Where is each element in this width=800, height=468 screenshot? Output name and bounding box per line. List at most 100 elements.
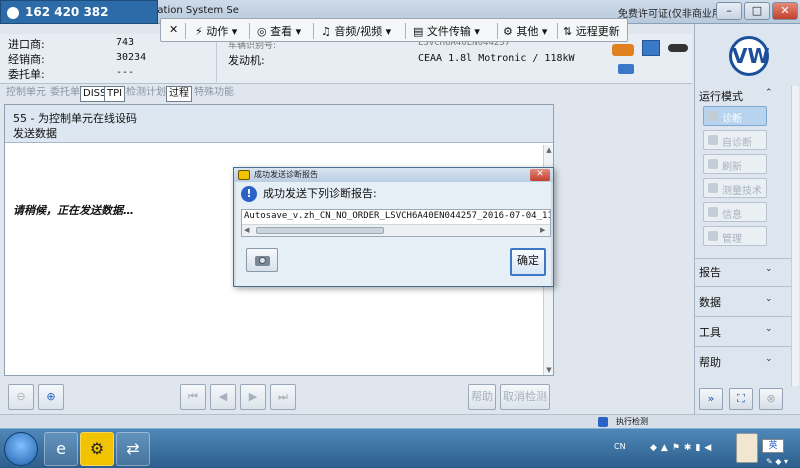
lightning-icon: ⚡ (195, 25, 203, 38)
next-icon: ▶ (248, 390, 258, 403)
mode-measurement-label: 测量技术 (722, 186, 762, 197)
scroll-left-icon[interactable]: ◀ (244, 226, 249, 234)
dealer-label: 经销商: (8, 53, 45, 66)
status-icon (598, 417, 608, 427)
chevron-up-icon: ⌃ (765, 88, 773, 98)
dialog-body: ! 成功发送下列诊断报告: Autosave_v.zh_CN_NO_ORDER_… (236, 182, 551, 286)
sidebar-scrollbar[interactable] (791, 86, 799, 386)
tab-tpi[interactable]: TPI (104, 86, 126, 102)
remote-toolbar: ✕ ⚡ 动作 ▾ ◎ 查看 ▾ ♫ 音频/视频 ▾ ▤ 文件传输 ▾ ⚙ 其他 … (160, 18, 628, 42)
wait-message: 请稍候，正在发送数据… (13, 204, 134, 217)
sidebar-divider (695, 258, 791, 259)
self-diagnosis-icon (708, 135, 718, 145)
gear-icon: ⚙ (503, 25, 513, 38)
data-section[interactable]: 数据 ⌄ (699, 294, 773, 310)
status-bar: 执行检测 (0, 414, 800, 428)
scroll-down-icon[interactable]: ▼ (544, 365, 554, 375)
mode-admin-button[interactable]: 管理 (703, 226, 767, 246)
camera-lens (259, 257, 266, 264)
exit-button[interactable]: ⊗ (759, 388, 783, 410)
zoom-in-button[interactable]: ⊕ (38, 384, 64, 410)
last-page-button[interactable]: ⏭ (270, 384, 296, 410)
tools-section[interactable]: 工具 ⌄ (699, 324, 773, 340)
actions-menu[interactable]: ⚡ 动作 ▾ (195, 23, 237, 39)
fit-view-button[interactable]: ⛶ (729, 388, 753, 410)
remote-update-button[interactable]: ⇅ 远程更新 (563, 23, 620, 39)
internet-explorer-icon[interactable]: e (44, 432, 78, 466)
dealer-value: 30234 (116, 52, 147, 63)
tab-control-unit[interactable]: 控制单元 (4, 86, 48, 102)
help-button[interactable]: 帮助 (468, 384, 496, 410)
minimize-button[interactable]: – (716, 2, 742, 20)
prev-page-button[interactable]: ◀ (210, 384, 236, 410)
dialog-title: 成功发送诊断报告 (254, 170, 318, 179)
mode-diagnosis-button[interactable]: 诊断 (703, 106, 767, 126)
windows-taskbar: e ⚙ ⇄ CN ◆▲⚑✱▮◀ 英 ✎ ◆ ▾ (0, 428, 800, 468)
importer-label: 进口商: (8, 38, 45, 51)
tab-process[interactable]: 过程 (166, 86, 192, 102)
remote-session-badge[interactable]: 162 420 382 (0, 0, 158, 24)
zoom-out-button[interactable]: ⊖ (8, 384, 34, 410)
forward-button[interactable]: » (699, 388, 723, 410)
tab-test-plan[interactable]: 检测计划 (124, 86, 168, 102)
report-section[interactable]: 报告 ⌄ (699, 264, 773, 280)
zoom-out-icon: ⊖ (16, 390, 26, 403)
file-transfer-menu[interactable]: ▤ 文件传输 ▾ (413, 23, 480, 39)
scroll-right-icon[interactable]: ▶ (540, 226, 545, 234)
teamviewer-taskbar-icon[interactable]: ⇄ (116, 432, 150, 466)
mode-measurement-button[interactable]: 测量技术 (703, 178, 767, 198)
first-page-button[interactable]: ⏮ (180, 384, 206, 410)
tab-order[interactable]: 委托单 (48, 86, 82, 102)
order-value: --- (116, 67, 135, 78)
procedure-title: 55 - 为控制单元在线设码 (13, 112, 137, 125)
ok-button[interactable]: 确定 (510, 248, 546, 276)
language-indicator[interactable]: CN (614, 442, 626, 451)
status-text: 执行检测 (616, 417, 648, 426)
mode-self-diagnosis-button[interactable]: 自诊断 (703, 130, 767, 150)
start-button[interactable] (4, 432, 38, 466)
flash-icon (708, 159, 718, 169)
file-transfer-label: 文件传输 ▾ (426, 25, 480, 38)
avatar[interactable] (736, 433, 758, 463)
view-menu[interactable]: ◎ 查看 ▾ (257, 23, 301, 39)
vci-key-icon (668, 44, 688, 52)
session-id: 162 420 382 (25, 5, 109, 19)
dialog-close-button[interactable]: ✕ (530, 169, 550, 181)
screenshot-button[interactable] (246, 248, 278, 272)
toolbar-separator (405, 23, 406, 39)
tab-special-functions[interactable]: 特殊功能 (192, 86, 236, 102)
mode-info-button[interactable]: 信息 (703, 202, 767, 222)
audio-video-menu[interactable]: ♫ 音频/视频 ▾ (321, 23, 391, 39)
usb-icon (618, 64, 634, 74)
mode-admin-label: 管理 (722, 234, 742, 245)
view-label: 查看 ▾ (270, 25, 302, 38)
info-icon: ! (241, 186, 257, 202)
close-window-button[interactable]: ✕ (772, 2, 798, 20)
engine-label: 发动机: (228, 54, 265, 67)
toolbar-close-button[interactable]: ✕ (169, 23, 178, 36)
file-icon: ▤ (413, 25, 424, 38)
help-section[interactable]: 帮助 ⌄ (699, 354, 773, 370)
mode-flash-label: 刷新 (722, 162, 742, 173)
maximize-button[interactable]: □ (744, 2, 770, 20)
scrollbar-thumb[interactable] (256, 227, 384, 234)
cancel-test-button[interactable]: 取消检测 (500, 384, 550, 410)
report-file-list[interactable]: Autosave_v.zh_CN_NO_ORDER_LSVCH6A40EN044… (241, 209, 551, 237)
ime-indicator[interactable]: 英 (762, 439, 784, 453)
toolbar-separator (557, 23, 558, 39)
odis-taskbar-icon[interactable]: ⚙ (80, 432, 114, 466)
dialog-message: 成功发送下列诊断报告: (263, 187, 377, 200)
file-list-scrollbar[interactable]: ◀ ▶ (242, 224, 550, 236)
mode-header[interactable]: 运行模式 ⌃ (699, 88, 773, 104)
chevron-down-icon: ⌄ (765, 294, 773, 304)
next-page-button[interactable]: ▶ (240, 384, 266, 410)
eye-icon: ◎ (257, 25, 267, 38)
other-menu[interactable]: ⚙ 其他 ▾ (503, 23, 547, 39)
mode-flash-button[interactable]: 刷新 (703, 154, 767, 174)
mode-header-label: 运行模式 (699, 90, 743, 103)
toolbar-separator (185, 23, 186, 39)
headphones-icon: ♫ (321, 25, 331, 38)
scroll-up-icon[interactable]: ▲ (544, 145, 554, 155)
system-tray-icons[interactable]: ◆▲⚑✱▮◀ (650, 443, 715, 453)
ime-toolbar[interactable]: ✎ ◆ ▾ (766, 457, 788, 466)
